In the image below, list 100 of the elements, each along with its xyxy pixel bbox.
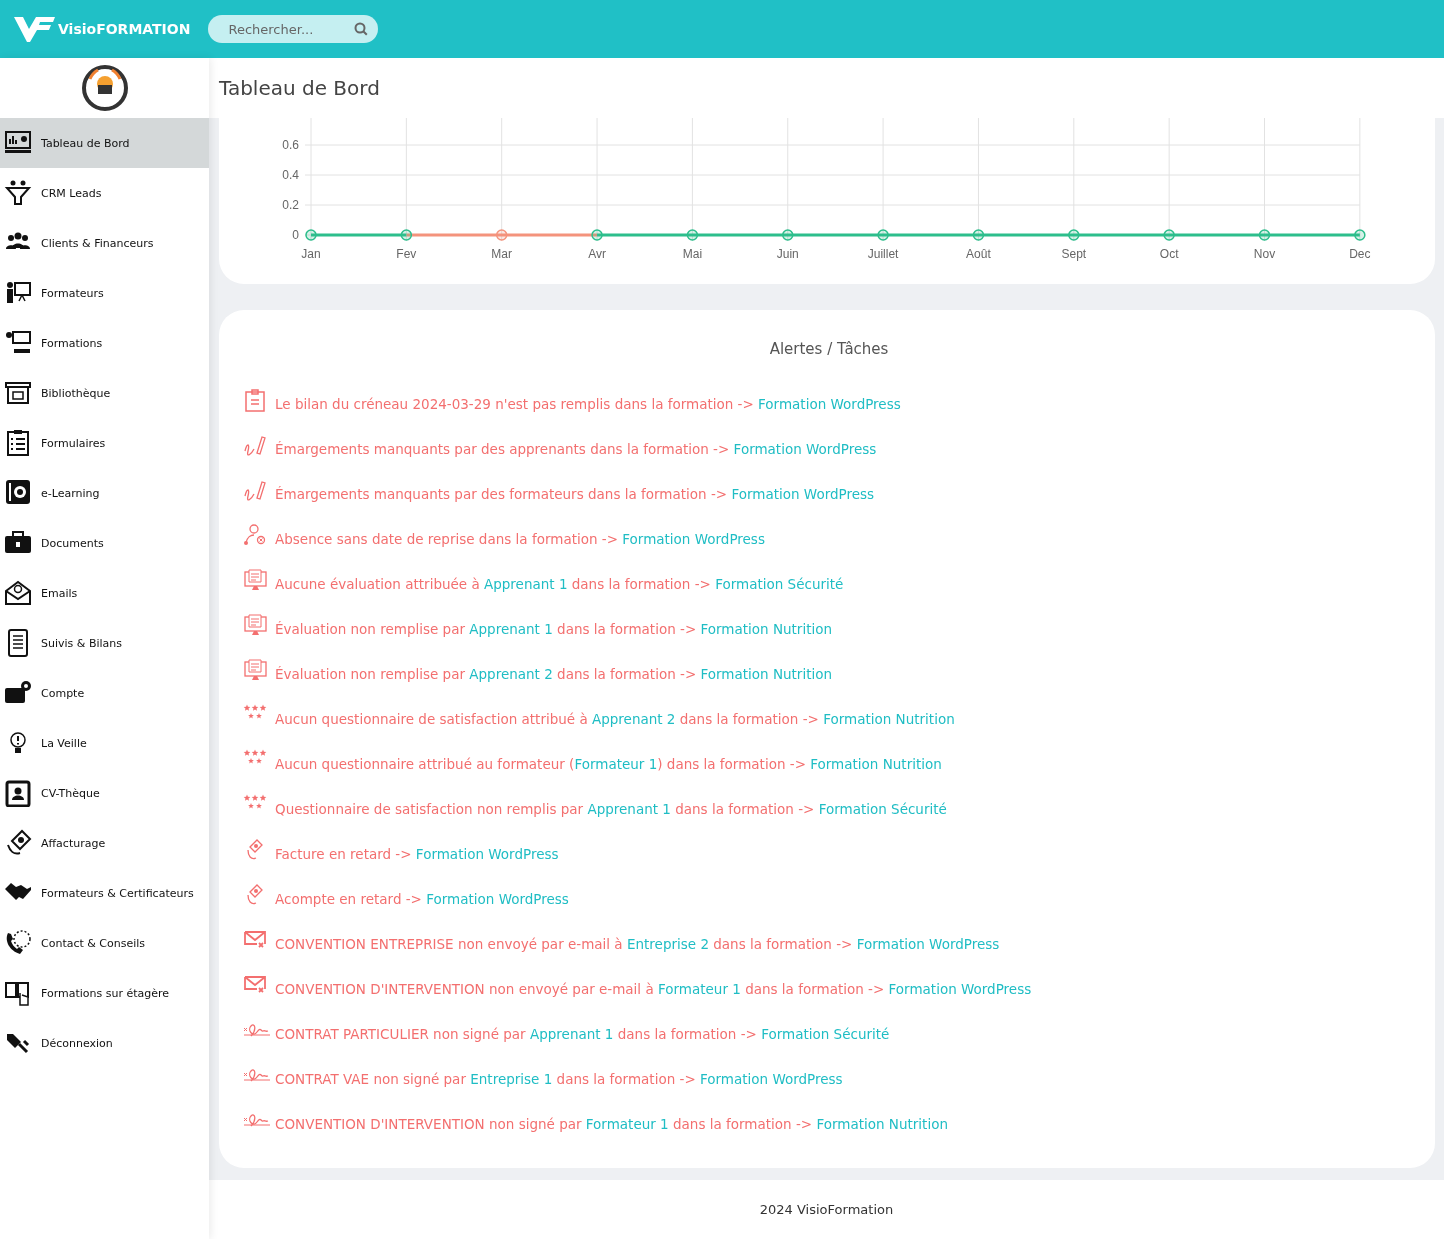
x-tick-label: Mar (491, 247, 513, 261)
search-icon (354, 22, 369, 36)
sidebar-item[interactable]: Bibliothèque (0, 368, 209, 418)
alert-link[interactable]: Formation WordPress (856, 936, 1000, 952)
alert-text: CONTRAT PARTICULIER non signé par Apprenant 1 dans la formation -> Formation Sécurité (275, 1026, 890, 1042)
sidebar-item[interactable]: Tableau de Bord (0, 118, 209, 168)
y-tick-label: 0.2 (282, 198, 299, 212)
alert-link[interactable]: Apprenant 2 (469, 666, 553, 682)
alert-link[interactable]: Formateur 1 (658, 981, 741, 997)
sidebar-item[interactable]: Formations sur étagère (0, 968, 209, 1018)
sidebar-item[interactable]: La Veille (0, 718, 209, 768)
data-point (305, 229, 317, 241)
sidebar-item[interactable]: Documents (0, 518, 209, 568)
data-point (495, 229, 508, 241)
alert-text: CONTRAT VAE non signé par Entreprise 1 dans la formation -> Formation WordPress (275, 1071, 843, 1087)
x-tick-label: Juillet (867, 247, 899, 261)
clipboard-checklist-icon (4, 429, 32, 457)
logo-icon (14, 15, 56, 43)
book-letter-icon (4, 479, 32, 507)
sidebar-item[interactable]: e-Learning (0, 468, 209, 518)
sidebar-item[interactable]: Emails (0, 568, 209, 618)
alert-text: Acompte en retard -> Formation WordPress (275, 891, 569, 907)
sidebar-item[interactable]: CRM Leads (0, 168, 209, 218)
alert-link[interactable]: Formation WordPress (731, 486, 875, 502)
data-point (400, 229, 413, 241)
alert-link[interactable]: Formation Nutrition (816, 1116, 948, 1132)
x-tick-label: Juin (776, 247, 799, 261)
sidebar-item[interactable]: Formateurs (0, 268, 209, 318)
alert-link[interactable]: Apprenant 1 (484, 576, 568, 592)
alert-link[interactable]: Formation WordPress (758, 396, 901, 412)
alert-link[interactable]: Formation WordPress (733, 441, 877, 457)
alert-link[interactable]: Apprenant 1 (469, 621, 553, 637)
alert-text: CONVENTION D'INTERVENTION non signé par Formateur 1 dans la formation -> Formation Nutrition (275, 1116, 948, 1132)
x-tick-label: Fev (396, 247, 417, 261)
x-tick-label: Dec (1349, 247, 1371, 261)
sidebar-item[interactable]: Formations (0, 318, 209, 368)
alert-text: Émargements manquants par des apprenants dans la formation -> Formation WordPress (275, 441, 877, 457)
alert-link[interactable]: Formation Nutrition (700, 666, 833, 682)
alert-text: Aucun questionnaire attribué au formateur (Formateur 1) dans la formation -> Formation Nutrition (275, 756, 942, 772)
data-point (877, 229, 889, 241)
data-point (686, 229, 699, 241)
data-point (1163, 229, 1175, 241)
x-tick-label: Sept (1061, 247, 1087, 261)
alert-link[interactable]: Formation Sécurité (715, 576, 844, 592)
alert-link[interactable]: Formation WordPress (622, 531, 765, 547)
alert-link[interactable]: Entreprise 1 (470, 1071, 553, 1087)
alert-text: Absence sans date de reprise dans la formation -> Formation WordPress (275, 531, 765, 547)
alert-text: Aucun questionnaire de satisfaction attribué à Apprenant 2 dans la formation -> Formation Nutrition (275, 711, 955, 727)
brand-name: VisioFORMATION (58, 21, 191, 37)
y-tick-label: 0.6 (282, 138, 299, 152)
sidebar-item[interactable]: Déconnexion (0, 1018, 209, 1068)
sidebar-item[interactable]: Contact & Conseils (0, 918, 209, 968)
alert-link[interactable]: Apprenant 1 (587, 801, 671, 817)
x-tick-label: Jan (301, 247, 321, 261)
sidebar-item[interactable]: Formateurs & Certificateurs (0, 868, 209, 918)
y-tick-label: 0 (292, 228, 299, 242)
page-title: Tableau de Bord (219, 76, 380, 100)
alert-link[interactable]: Formation Sécurité (818, 801, 947, 817)
data-point (782, 229, 794, 241)
alert-link[interactable]: Formation WordPress (415, 846, 559, 862)
alert-link[interactable]: Formation WordPress (888, 981, 1032, 997)
data-point (591, 229, 603, 241)
alert-link[interactable]: Entreprise 2 (626, 936, 709, 952)
alert-link[interactable]: Formateur 1 (585, 1116, 669, 1132)
alert-link[interactable]: Apprenant 1 (529, 1026, 614, 1042)
alert-text: Facture en retard -> Formation WordPress (275, 846, 559, 862)
sidebar-item[interactable]: Suivis & Bilans (0, 618, 209, 668)
alert-text: Le bilan du créneau 2024-03-29 n'est pas remplis dans la formation -> Formation WordPress (275, 396, 901, 412)
envelope-at-icon (4, 579, 32, 607)
alert-link[interactable]: Apprenant 2 (591, 711, 676, 727)
alert-link[interactable]: Formation Nutrition (700, 621, 833, 637)
footer-text: 2024 VisioFormation (759, 1202, 894, 1217)
sidebar-item[interactable]: Affacturage (0, 818, 209, 868)
alert-link[interactable]: Formation WordPress (700, 1071, 843, 1087)
alert-link[interactable]: Formation Nutrition (823, 711, 955, 727)
phone-24-icon (4, 929, 32, 957)
id-card-icon (4, 779, 32, 807)
library-icon (4, 379, 32, 407)
alert-text: Évaluation non remplise par Apprenant 1 dans la formation -> Formation Nutrition (275, 621, 833, 637)
x-tick-label: Août (966, 247, 991, 261)
data-point (972, 229, 985, 241)
sidebar-item[interactable]: Formulaires (0, 418, 209, 468)
x-tick-label: Nov (1253, 247, 1276, 261)
funnel-people-icon (4, 179, 32, 207)
data-point (1354, 229, 1366, 241)
book-hand-icon (4, 979, 32, 1007)
sidebar-item[interactable]: CV-Thèque (0, 768, 209, 818)
sidebar-item[interactable]: Compte (0, 668, 209, 718)
alert-link[interactable]: Formateur 1 (574, 756, 658, 772)
alert-text: Aucune évaluation attribuée à Apprenant 1 dans la formation -> Formation Sécurité (275, 576, 844, 592)
alert-link[interactable]: Formation Nutrition (810, 756, 942, 772)
search-field[interactable]: Rechercher... (208, 15, 379, 43)
y-tick-label: 0.4 (282, 168, 299, 182)
alert-link[interactable]: Formation WordPress (426, 891, 569, 907)
alert-text: Évaluation non remplise par Apprenant 2 dans la formation -> Formation Nutrition (275, 666, 833, 682)
alert-link[interactable]: Formation Sécurité (761, 1026, 890, 1042)
x-tick-label: Oct (1159, 247, 1179, 261)
data-point (1068, 229, 1080, 241)
alert-text: Émargements manquants par des formateurs dans la formation -> Formation WordPress (275, 486, 875, 502)
sidebar-item[interactable]: Clients & Financeurs (0, 218, 209, 268)
